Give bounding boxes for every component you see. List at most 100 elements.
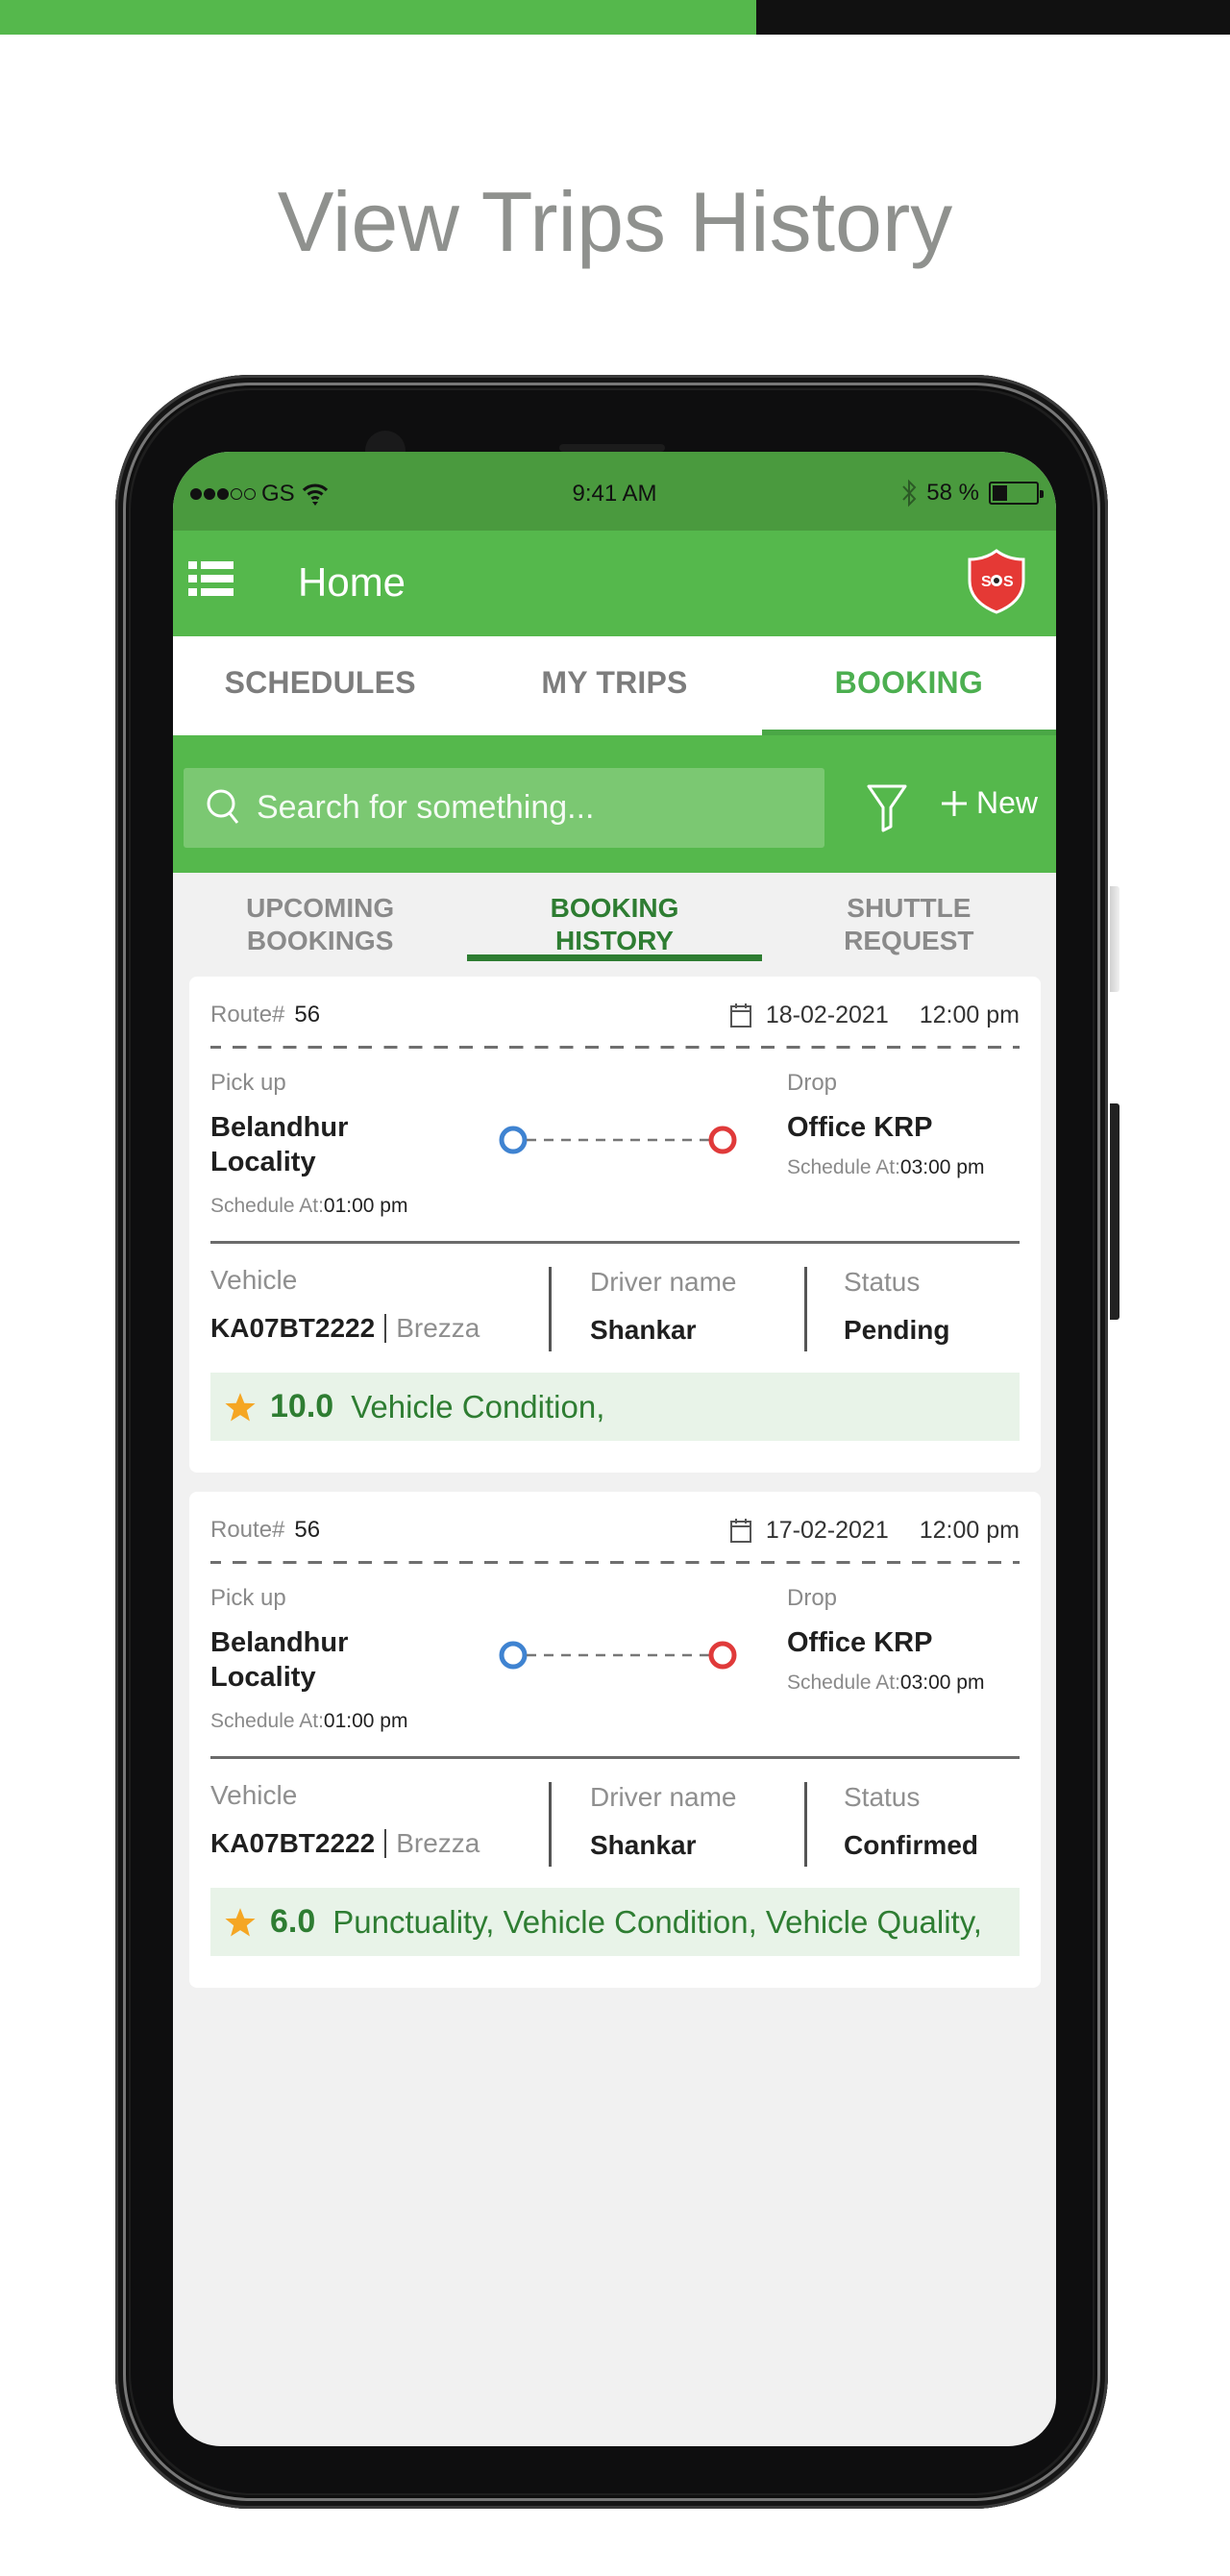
search-icon — [207, 789, 239, 824]
schedule-label: Schedule At: — [210, 1710, 324, 1732]
search-toolbar: New — [173, 735, 1056, 873]
drop-label: Drop — [787, 1070, 838, 1096]
pickup-time: 01:00 pm — [323, 1710, 408, 1732]
booking-datetime: 18-02-2021 12:00 pm — [729, 1002, 1020, 1029]
route-number: 56 — [294, 1002, 321, 1028]
drop-schedule: Schedule At:03:00 pm — [787, 1156, 1037, 1179]
driver-label: Driver name — [590, 1267, 737, 1297]
driver-info: Driver name Shankar — [549, 1267, 804, 1351]
rating-score: 6.0 — [270, 1903, 316, 1940]
pickup-location: Belandhur Locality — [210, 1627, 349, 1693]
booking-subtabs: UPCOMING BOOKINGS BOOKING HISTORY SHUTTL… — [173, 873, 1056, 961]
plus-icon — [942, 790, 967, 816]
booking-datetime: 17-02-2021 12:00 pm — [729, 1517, 1020, 1545]
schedule-label: Schedule At: — [787, 1672, 900, 1694]
sos-shield-icon[interactable]: S S — [964, 548, 1029, 615]
earpiece-speaker — [559, 444, 665, 452]
page-title: View Trips History — [277, 174, 953, 269]
booking-date: 17-02-2021 — [765, 1516, 889, 1544]
subtab-label-line2: BOOKINGS — [246, 926, 394, 955]
drop-label: Drop — [787, 1585, 838, 1611]
route-info: Route# 56 — [210, 1517, 320, 1544]
top-band-black — [756, 0, 1230, 35]
pickup-label: Pick up — [210, 1070, 286, 1096]
booking-date: 18-02-2021 — [765, 1001, 889, 1028]
subtab-label-line2: HISTORY — [555, 926, 674, 955]
vehicle-model: Brezza — [384, 1314, 480, 1343]
battery-percent: 58 % — [926, 480, 979, 506]
subtab-label-line1: UPCOMING — [246, 893, 395, 923]
filter-icon[interactable] — [865, 780, 909, 834]
schedule-label: Schedule At: — [787, 1156, 900, 1178]
bluetooth-icon — [902, 479, 917, 508]
new-booking-button[interactable]: New — [940, 785, 1038, 821]
booking-time: 12:00 pm — [919, 1001, 1020, 1028]
subtab-upcoming-bookings[interactable]: UPCOMING BOOKINGS — [173, 873, 467, 961]
main-tabs: SCHEDULES MY TRIPS BOOKING — [173, 636, 1056, 735]
vehicle-info: Vehicle KA07BT2222 Brezza — [210, 1265, 549, 1373]
booking-list: Route# 56 18-02-2021 12:00 pm Pick up Be… — [189, 977, 1041, 2007]
phone-power-button — [1110, 1103, 1119, 1320]
schedule-label: Schedule At: — [210, 1195, 324, 1217]
status-label: Status — [844, 1782, 921, 1812]
pickup-label: Pick up — [210, 1585, 286, 1611]
tab-booking[interactable]: BOOKING — [761, 636, 1056, 735]
rating-feedback: Punctuality, Vehicle Condition, Vehicle … — [332, 1903, 982, 1940]
status-info: Status Confirmed — [804, 1782, 1020, 1867]
drop-schedule: Schedule At:03:00 pm — [787, 1672, 1037, 1695]
vehicle-label: Vehicle — [210, 1265, 298, 1295]
phone-side-button — [1110, 886, 1119, 992]
route-label: Route# — [210, 1517, 285, 1543]
pickup-schedule: Schedule At:01:00 pm — [210, 1710, 441, 1733]
star-icon — [225, 1392, 256, 1421]
drop-location: Office KRP — [787, 1627, 933, 1658]
status-value: Confirmed — [844, 1830, 978, 1860]
list-menu-icon[interactable] — [188, 559, 236, 598]
drop-location: Office KRP — [787, 1112, 933, 1143]
vehicle-model: Brezza — [384, 1829, 480, 1858]
subtab-label-line1: BOOKING — [550, 893, 679, 923]
calendar-icon — [729, 1519, 751, 1543]
tab-my-trips[interactable]: MY TRIPS — [467, 636, 761, 735]
subtab-shuttle-request[interactable]: SHUTTLE REQUEST — [762, 873, 1056, 961]
pickup-info: Pick up Belandhur Locality Schedule At:0… — [210, 1585, 441, 1733]
top-band-green — [0, 0, 756, 35]
vehicle-number: KA07BT2222 — [210, 1313, 376, 1343]
phone-screen: GS 9:41 AM 58 % Home S S SCHEDULES MY TR… — [173, 452, 1056, 2446]
status-info: Status Pending — [804, 1267, 1020, 1351]
rating-feedback: Vehicle Condition, — [351, 1388, 605, 1424]
calendar-icon — [729, 1003, 751, 1028]
drop-time: 03:00 pm — [899, 1156, 985, 1178]
rating-bar: 10.0 Vehicle Condition, — [210, 1373, 1020, 1441]
pickup-location: Belandhur Locality — [210, 1112, 349, 1177]
pickup-time: 01:00 pm — [323, 1195, 408, 1217]
status-label: Status — [844, 1267, 921, 1297]
tab-schedules[interactable]: SCHEDULES — [173, 636, 467, 735]
route-label: Route# — [210, 1002, 285, 1028]
drop-time: 03:00 pm — [899, 1672, 985, 1694]
star-icon — [225, 1907, 256, 1936]
search-input[interactable] — [257, 789, 795, 827]
route-info: Route# 56 — [210, 1002, 320, 1028]
route-line-icon — [499, 1641, 737, 1670]
driver-name: Shankar — [590, 1315, 697, 1345]
drop-info: Drop Office KRP Schedule At:03:00 pm — [787, 1070, 1037, 1179]
booking-card[interactable]: Route# 56 18-02-2021 12:00 pm Pick up Be… — [189, 977, 1041, 1473]
vehicle-label: Vehicle — [210, 1780, 298, 1810]
search-box[interactable] — [184, 768, 824, 848]
route-number: 56 — [294, 1517, 321, 1543]
subtab-booking-history[interactable]: BOOKING HISTORY — [467, 873, 762, 961]
subtab-label-line1: SHUTTLE — [847, 893, 972, 923]
booking-card[interactable]: Route# 56 17-02-2021 12:00 pm Pick up Be… — [189, 1492, 1041, 1988]
status-bar: GS 9:41 AM 58 % — [173, 452, 1056, 531]
driver-info: Driver name Shankar — [549, 1782, 804, 1867]
app-title: Home — [298, 559, 406, 605]
status-value: Pending — [844, 1315, 950, 1345]
pickup-schedule: Schedule At:01:00 pm — [210, 1195, 441, 1218]
drop-info: Drop Office KRP Schedule At:03:00 pm — [787, 1585, 1037, 1695]
svg-text:S: S — [981, 574, 992, 590]
rating-score: 10.0 — [270, 1388, 334, 1424]
driver-name: Shankar — [590, 1830, 697, 1860]
top-color-band — [0, 0, 1230, 35]
subtab-label-line2: REQUEST — [844, 926, 974, 955]
